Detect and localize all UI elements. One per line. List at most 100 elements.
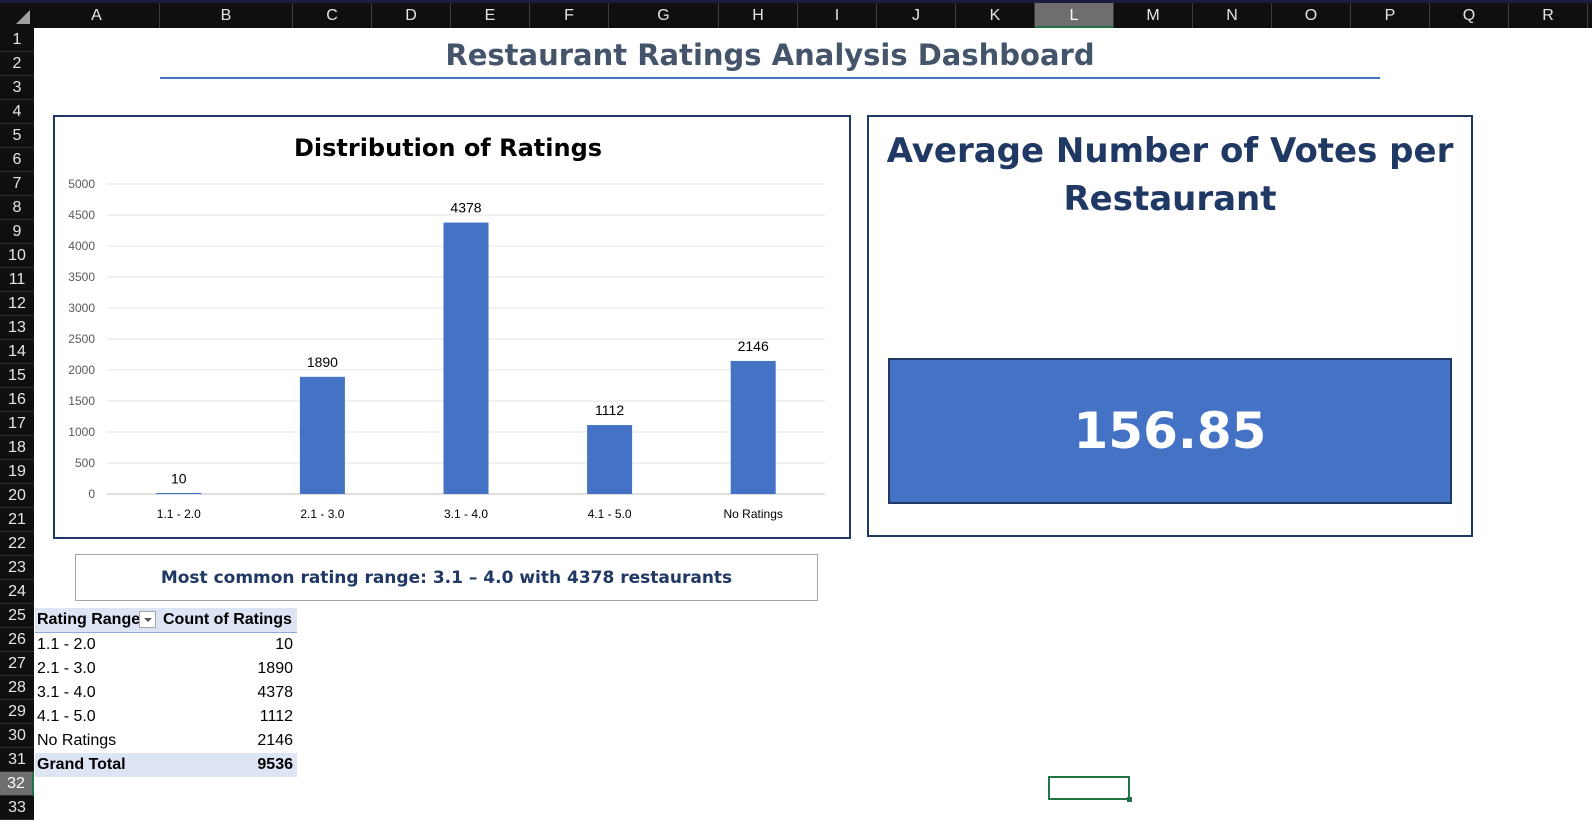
column-header-j[interactable]: J xyxy=(877,3,956,28)
data-label: 1112 xyxy=(595,402,624,418)
column-header-c[interactable]: C xyxy=(293,3,372,28)
row-header-32[interactable]: 32 xyxy=(0,772,34,796)
row-header-28[interactable]: 28 xyxy=(0,676,34,700)
y-tick-label: 3500 xyxy=(68,270,95,284)
row-header-1[interactable]: 1 xyxy=(0,28,34,52)
column-header-m[interactable]: M xyxy=(1114,3,1193,28)
row-header-21[interactable]: 21 xyxy=(0,508,34,532)
pivot-row-label: No Ratings xyxy=(37,732,117,749)
x-tick-label: 4.1 - 5.0 xyxy=(588,507,632,521)
data-label: 4378 xyxy=(450,200,481,216)
row-header-7[interactable]: 7 xyxy=(0,172,34,196)
pivot-row[interactable]: 2.1 - 3.0 1890 xyxy=(35,657,297,681)
kpi-value: 156.85 xyxy=(1073,402,1267,460)
pivot-row[interactable]: 1.1 - 2.0 10 xyxy=(35,633,297,657)
row-header-8[interactable]: 8 xyxy=(0,196,34,220)
row-header-23[interactable]: 23 xyxy=(0,556,34,580)
column-header-f[interactable]: F xyxy=(530,3,609,28)
x-tick-label: 1.1 - 2.0 xyxy=(157,507,201,521)
row-header-18[interactable]: 18 xyxy=(0,436,34,460)
ratings-chart[interactable]: Distribution of Ratings 0 500 1000 1500 2000 2… xyxy=(53,115,851,539)
pivot-total-value: 9536 xyxy=(257,756,293,773)
row-header-2[interactable]: 2 xyxy=(0,52,34,76)
row-header-10[interactable]: 10 xyxy=(0,244,34,268)
column-header-e[interactable]: E xyxy=(451,3,530,28)
data-label: 10 xyxy=(171,470,187,486)
pivot-header-row: Rating Range Count of Ratings xyxy=(35,608,297,633)
x-tick-label: No Ratings xyxy=(724,507,783,521)
column-header-l[interactable]: L xyxy=(1035,3,1114,28)
x-tick-label: 2.1 - 3.0 xyxy=(300,507,344,521)
row-header-22[interactable]: 22 xyxy=(0,532,34,556)
row-header-15[interactable]: 15 xyxy=(0,364,34,388)
kpi-card[interactable]: Average Number of Votes per Restaurant 1… xyxy=(867,115,1473,537)
row-header-24[interactable]: 24 xyxy=(0,580,34,604)
insight-textbox[interactable]: Most common rating range: 3.1 – 4.0 with… xyxy=(75,554,818,601)
pivot-table[interactable]: Rating Range Count of Ratings 1.1 - 2.0 … xyxy=(35,608,297,777)
row-header-25[interactable]: 25 xyxy=(0,604,34,628)
row-header-16[interactable]: 16 xyxy=(0,388,34,412)
row-header-17[interactable]: 17 xyxy=(0,412,34,436)
pivot-total-row[interactable]: Grand Total 9536 xyxy=(35,753,297,777)
pivot-row-label: 4.1 - 5.0 xyxy=(37,708,96,725)
active-cell[interactable] xyxy=(1048,776,1132,802)
column-header-p[interactable]: P xyxy=(1351,3,1430,28)
row-header-12[interactable]: 12 xyxy=(0,292,34,316)
row-header-19[interactable]: 19 xyxy=(0,460,34,484)
row-header-30[interactable]: 30 xyxy=(0,724,34,748)
column-header-n[interactable]: N xyxy=(1193,3,1272,28)
row-header-6[interactable]: 6 xyxy=(0,148,34,172)
column-header-q[interactable]: Q xyxy=(1430,3,1509,28)
column-header-o[interactable]: O xyxy=(1272,3,1351,28)
row-header-29[interactable]: 29 xyxy=(0,700,34,724)
column-header-r[interactable]: R xyxy=(1509,3,1588,28)
pivot-row-value: 1890 xyxy=(257,660,293,677)
column-header-g[interactable]: G xyxy=(609,3,719,28)
title-underline xyxy=(160,77,1380,79)
pivot-total-label: Grand Total xyxy=(37,756,126,773)
row-header-11[interactable]: 11 xyxy=(0,268,34,292)
row-header-27[interactable]: 27 xyxy=(0,652,34,676)
bar xyxy=(156,493,202,494)
pivot-row-value: 2146 xyxy=(257,732,293,749)
y-tick-label: 4000 xyxy=(68,239,95,253)
row-header-13[interactable]: 13 xyxy=(0,316,34,340)
column-header-b[interactable]: B xyxy=(160,3,293,28)
select-all-icon xyxy=(16,10,30,24)
row-header-26[interactable]: 26 xyxy=(0,628,34,652)
pivot-row[interactable]: No Ratings 2146 xyxy=(35,729,297,753)
bar xyxy=(443,222,489,494)
pivot-row-label: 2.1 - 3.0 xyxy=(37,660,96,677)
row-header-20[interactable]: 20 xyxy=(0,484,34,508)
column-header-k[interactable]: K xyxy=(956,3,1035,28)
column-header-i[interactable]: I xyxy=(798,3,877,28)
column-header-a[interactable]: A xyxy=(34,3,160,28)
row-header-14[interactable]: 14 xyxy=(0,340,34,364)
column-header-h[interactable]: H xyxy=(719,3,798,28)
select-all-corner[interactable] xyxy=(0,3,34,28)
row-header-9[interactable]: 9 xyxy=(0,220,34,244)
pivot-header-count[interactable]: Count of Ratings xyxy=(163,608,292,632)
y-tick-label: 0 xyxy=(88,487,95,501)
data-label: 1890 xyxy=(307,354,338,370)
dashboard-title: Restaurant Ratings Analysis Dashboard xyxy=(445,38,1095,72)
pivot-row-value: 1112 xyxy=(259,708,293,725)
pivot-row[interactable]: 3.1 - 4.0 4378 xyxy=(35,681,297,705)
x-tick-label: 3.1 - 4.0 xyxy=(444,507,488,521)
y-tick-label: 5000 xyxy=(68,177,95,191)
row-header-33[interactable]: 33 xyxy=(0,796,34,820)
column-header-d[interactable]: D xyxy=(372,3,451,28)
pivot-header-rating-range[interactable]: Rating Range xyxy=(37,608,140,632)
row-header-3[interactable]: 3 xyxy=(0,76,34,100)
data-label: 2146 xyxy=(738,338,769,354)
kpi-value-box: 156.85 xyxy=(888,358,1452,504)
y-tick-label: 500 xyxy=(75,456,95,470)
pivot-row[interactable]: 4.1 - 5.0 1112 xyxy=(35,705,297,729)
y-tick-label: 2000 xyxy=(68,363,95,377)
insight-text: Most common rating range: 3.1 – 4.0 with… xyxy=(160,567,733,588)
row-header-31[interactable]: 31 xyxy=(0,748,34,772)
row-header-4[interactable]: 4 xyxy=(0,100,34,124)
filter-dropdown-icon[interactable] xyxy=(139,611,156,628)
row-header-5[interactable]: 5 xyxy=(0,124,34,148)
pivot-row-label: 3.1 - 4.0 xyxy=(37,684,96,701)
